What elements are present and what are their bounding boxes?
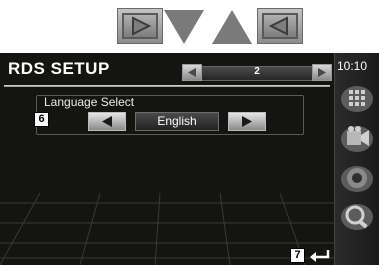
settings-icon[interactable] [338,197,376,231]
film-icon[interactable] [338,119,376,153]
language-select-label: Language Select [44,95,135,109]
language-next-button[interactable] [228,112,266,131]
right-arrow-icon [318,68,326,77]
right-arrow-icon [242,116,252,127]
forward-arrow-icon [132,16,152,36]
return-icon[interactable] [308,248,332,263]
next-page-button[interactable] [312,64,332,81]
left-arrow-icon [102,116,112,127]
language-value: English [135,112,219,131]
manual-nav-arrows [0,0,379,50]
page-title: RDS SETUP [8,59,110,78]
page-indicator: 2 [182,64,332,81]
forward-button[interactable] [117,8,163,44]
down-arrow-icon[interactable] [162,8,206,46]
menu-grid-icon[interactable] [338,79,376,113]
speaker-icon[interactable] [338,159,376,193]
callout-7: 7 [290,248,305,263]
clock: 10:10 [337,59,368,73]
callout-6: 6 [34,112,49,127]
back-button[interactable] [257,8,303,44]
left-arrow-icon [188,68,196,77]
back-arrow-icon [268,16,288,36]
device-screen: RDS SETUP 2 10:10 Language Select 6 Engl… [0,53,379,265]
header-divider [4,85,330,87]
page-number: 2 [254,66,260,77]
prev-page-button[interactable] [182,64,202,81]
language-prev-button[interactable] [88,112,126,131]
up-arrow-icon[interactable] [210,8,254,46]
